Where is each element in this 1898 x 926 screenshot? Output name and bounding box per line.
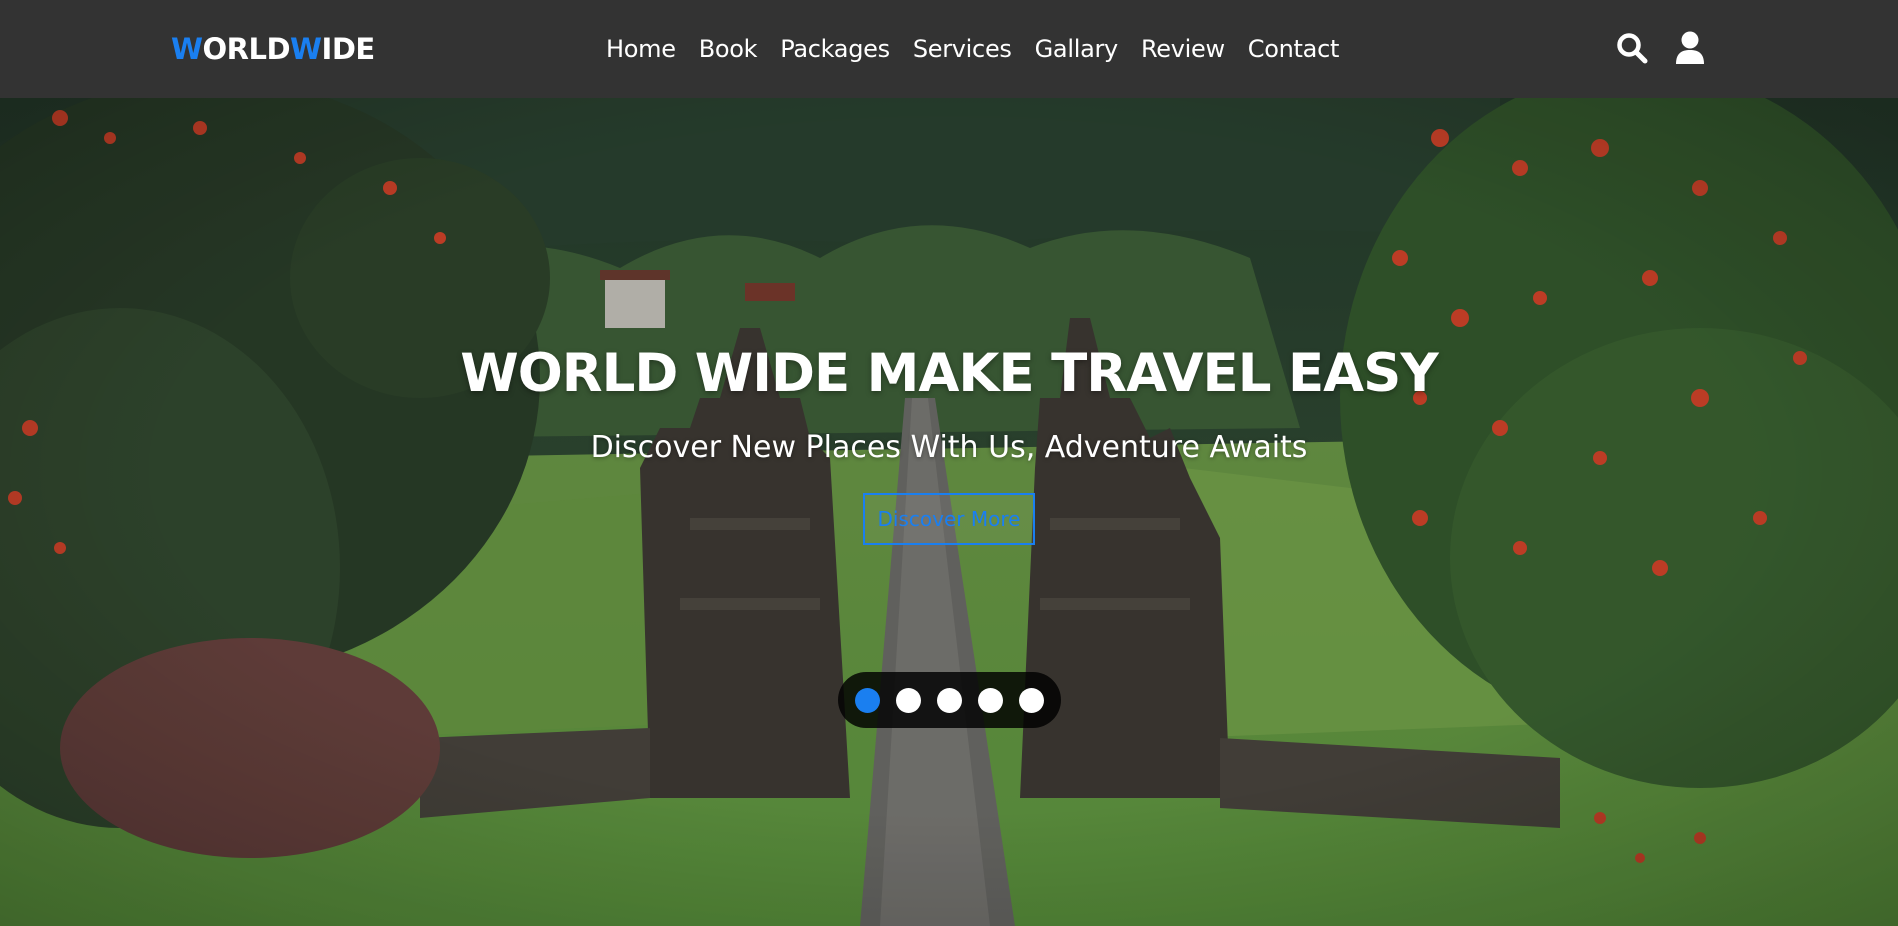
nav-links: Home Book Packages Services Gallary Revi… bbox=[606, 32, 1339, 66]
search-icon[interactable] bbox=[1615, 30, 1649, 66]
nav-home[interactable]: Home bbox=[606, 32, 676, 66]
nav-contact[interactable]: Contact bbox=[1248, 32, 1340, 66]
hero-content: WORLD WIDE MAKE TRAVEL EASY Discover New… bbox=[0, 98, 1898, 926]
logo-text-orld: ORLD bbox=[202, 32, 291, 66]
nav-icons bbox=[1615, 30, 1707, 66]
nav-packages[interactable]: Packages bbox=[780, 32, 890, 66]
user-icon[interactable] bbox=[1673, 30, 1707, 66]
nav-book[interactable]: Book bbox=[699, 32, 758, 66]
discover-more-button[interactable]: Discover More bbox=[863, 493, 1035, 545]
logo-letter-w2: W bbox=[290, 32, 322, 66]
slider-dots bbox=[838, 672, 1061, 728]
hero-subtitle: Discover New Places With Us, Adventure A… bbox=[590, 430, 1308, 465]
slider-dot-1[interactable] bbox=[855, 687, 880, 713]
nav-services[interactable]: Services bbox=[913, 32, 1012, 66]
slider-dot-4[interactable] bbox=[978, 687, 1003, 713]
slider-dot-3[interactable] bbox=[937, 687, 962, 713]
nav-review[interactable]: Review bbox=[1141, 32, 1225, 66]
logo-text-ide: IDE bbox=[321, 32, 376, 66]
brand-logo[interactable]: WORLDWIDE bbox=[171, 32, 375, 66]
slider-dot-2[interactable] bbox=[896, 687, 921, 713]
logo-letter-w1: W bbox=[171, 32, 203, 66]
navbar: WORLDWIDE Home Book Packages Services Ga… bbox=[0, 0, 1898, 98]
hero-section: WORLD WIDE MAKE TRAVEL EASY Discover New… bbox=[0, 98, 1898, 926]
nav-gallary[interactable]: Gallary bbox=[1035, 32, 1119, 66]
slider-dot-5[interactable] bbox=[1019, 687, 1044, 713]
hero-title: WORLD WIDE MAKE TRAVEL EASY bbox=[460, 343, 1438, 404]
